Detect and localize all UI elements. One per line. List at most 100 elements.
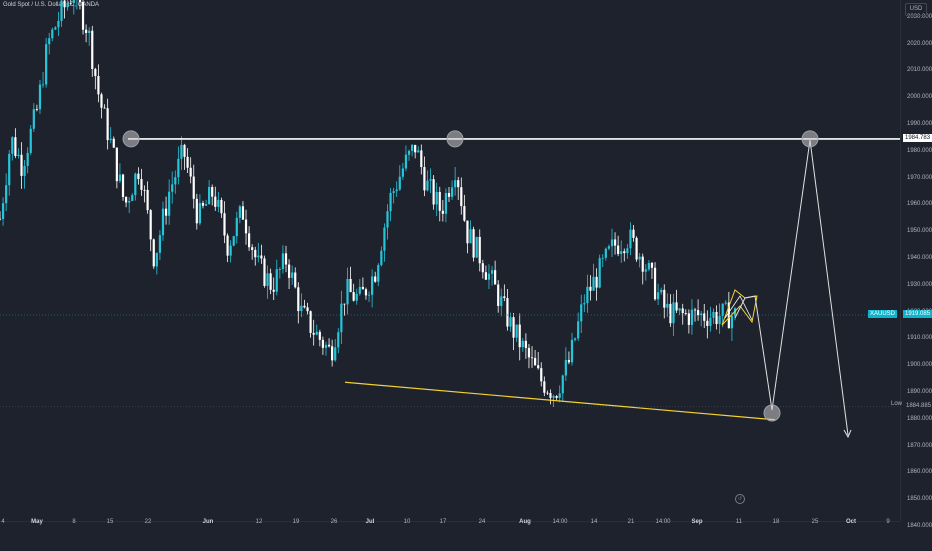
candle-body	[94, 68, 97, 77]
candle-body	[530, 357, 534, 359]
candle-body	[251, 247, 254, 250]
candle-body	[180, 144, 183, 159]
candle-body	[340, 303, 343, 333]
candle-body	[306, 307, 309, 312]
candle-body	[35, 109, 39, 110]
candle-body	[20, 154, 23, 176]
candle-body	[168, 191, 171, 216]
candle-body	[355, 293, 358, 301]
candle-body	[552, 396, 555, 398]
candle-body	[660, 289, 663, 293]
candle-body	[709, 317, 712, 326]
candle-body	[164, 208, 168, 216]
candle-body	[155, 252, 158, 267]
candle-body	[189, 167, 192, 177]
candle-body	[223, 213, 226, 236]
candle-body	[401, 168, 404, 177]
candle-body	[497, 284, 500, 306]
candle-body	[543, 381, 546, 393]
candle-body	[592, 276, 595, 291]
candle-body	[367, 294, 371, 296]
current-price-tag: 1919.085	[903, 310, 932, 318]
candle-body	[647, 262, 650, 270]
candle-body	[438, 191, 441, 211]
candle-body	[669, 303, 672, 324]
candle-body	[281, 253, 285, 270]
candle-body	[534, 357, 537, 366]
candle-body	[487, 273, 491, 280]
candle-body	[41, 84, 45, 86]
candle-body	[435, 191, 438, 205]
candle-body	[146, 189, 149, 211]
candle-body	[14, 137, 17, 157]
candle-body	[294, 272, 297, 288]
candle-body	[444, 193, 448, 214]
candle-body	[607, 246, 611, 249]
candle-body	[195, 198, 198, 224]
candle-body	[244, 219, 248, 234]
candle-body	[573, 338, 577, 340]
candle-body	[500, 296, 503, 306]
candle-body	[174, 177, 177, 185]
candle-body	[377, 265, 380, 282]
candle-body	[226, 235, 229, 256]
candle-body	[312, 332, 315, 335]
candle-body	[152, 239, 155, 267]
candle-body	[450, 187, 454, 197]
candle-body	[537, 365, 540, 369]
candle-body	[5, 185, 8, 204]
candle-body	[681, 308, 684, 314]
candle-body	[106, 108, 109, 141]
candle-body	[284, 253, 288, 265]
candle-body	[509, 317, 512, 327]
candle-body	[128, 201, 131, 203]
candle-body	[472, 229, 475, 258]
candle-body	[334, 347, 337, 361]
candle-body	[524, 340, 527, 348]
candle-body	[364, 289, 368, 296]
candle-body	[374, 276, 377, 282]
candle-body	[589, 286, 592, 291]
candle-body	[248, 233, 251, 248]
candle-body	[389, 192, 392, 212]
candle-body	[598, 258, 601, 288]
candle-body	[460, 187, 463, 207]
candle-body	[684, 313, 687, 314]
candle-body	[392, 191, 395, 193]
candle-body	[103, 107, 106, 109]
low-price-tag: 1884.885	[904, 401, 932, 410]
candle-body	[503, 296, 506, 299]
candle-body	[475, 236, 478, 258]
candle-body	[81, 1, 85, 30]
candle-body	[718, 316, 721, 325]
candle-body	[540, 368, 543, 382]
candle-body	[260, 255, 263, 259]
candle-body	[32, 109, 35, 129]
candle-body	[432, 179, 435, 205]
candle-body	[527, 347, 531, 358]
candle-body	[275, 269, 278, 292]
candle-body	[91, 30, 94, 69]
candle-body	[29, 128, 32, 153]
candle-body	[463, 206, 466, 221]
chart-svg	[0, 0, 900, 439]
candle-body	[349, 278, 352, 293]
candle-body	[214, 196, 217, 207]
candle-body	[198, 202, 201, 224]
candle-body	[57, 20, 60, 28]
candle-body	[410, 144, 414, 151]
candle-body	[26, 152, 29, 166]
candle-body	[484, 272, 487, 280]
candle-body	[100, 94, 103, 108]
candle-body	[63, 0, 66, 8]
candle-body	[490, 270, 494, 274]
candle-body	[343, 303, 346, 305]
candle-body	[429, 179, 432, 181]
candle-body	[149, 210, 152, 240]
candle-body	[140, 179, 143, 190]
candle-body	[494, 270, 497, 285]
candle-body	[672, 302, 675, 324]
candle-body	[269, 273, 272, 290]
candle-body	[653, 267, 657, 300]
candle-body	[620, 251, 623, 254]
